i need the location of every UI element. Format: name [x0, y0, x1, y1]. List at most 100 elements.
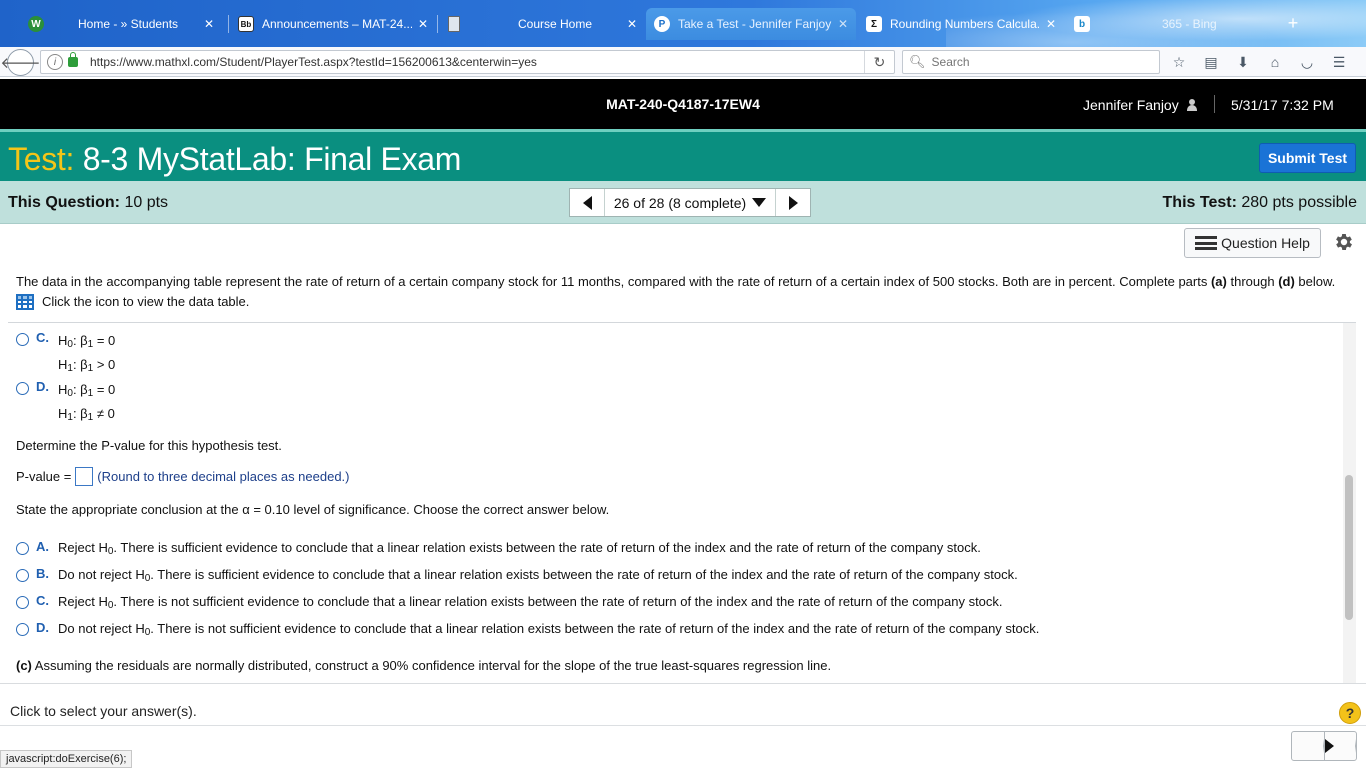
hypothesis-option-d[interactable]: D. H0: β1 = 0 H1: β1 ≠ 0: [16, 379, 115, 427]
hypothesis-text: H0: β1 = 0 H1: β1 ≠ 0: [58, 382, 116, 423]
radio-button[interactable]: [16, 569, 29, 582]
h0-relation: = 0: [96, 382, 116, 397]
data-table-link[interactable]: Click the icon to view the data table.: [16, 292, 1356, 312]
scrollbar-thumb[interactable]: [1345, 475, 1353, 620]
previous-question-button[interactable]: [1292, 732, 1325, 760]
reading-list-icon[interactable]: ▤: [1200, 52, 1222, 72]
tab-label: Home - » Students: [78, 17, 179, 31]
tab-label: Course Home: [518, 17, 593, 31]
conclusion-option-b[interactable]: B. Do not reject H0. There is sufficient…: [16, 566, 1018, 586]
next-question-button[interactable]: [776, 189, 810, 216]
this-test-points: This Test: 280 pts possible: [1163, 194, 1357, 212]
list-icon: [1195, 236, 1218, 250]
question-selector[interactable]: 26 of 28 (8 complete): [604, 189, 776, 216]
table-icon[interactable]: [16, 294, 34, 310]
part-c-prompt: (c) Assuming the residuals are normally …: [16, 658, 831, 673]
tab-bing[interactable]: 365 - Bing: [1140, 8, 1260, 40]
pvalue-hint: (Round to three decimal places as needed…: [97, 469, 350, 484]
home-icon[interactable]: ⌂: [1264, 52, 1286, 72]
user-info[interactable]: Jennifer Fanjoy: [1083, 97, 1197, 113]
option-text-pre: Reject H: [58, 594, 108, 609]
radio-button[interactable]: [16, 382, 29, 395]
user-icon: [1186, 99, 1197, 111]
info-icon[interactable]: i: [47, 54, 63, 70]
h1-relation: > 0: [96, 357, 116, 372]
conclusion-option-d[interactable]: D. Do not reject H0. There is not suffic…: [16, 620, 1039, 640]
question-intro-text: The data in the accompanying table repre…: [16, 272, 1356, 292]
conclusion-option-c[interactable]: C. Reject H0. There is not sufficient ev…: [16, 593, 1003, 613]
triangle-right-icon: [1324, 739, 1356, 753]
option-letter: A.: [36, 539, 49, 554]
menu-icon[interactable]: ☰: [1328, 52, 1350, 72]
question-help-button[interactable]: Question Help: [1184, 228, 1321, 258]
url-text[interactable]: https://www.mathxl.com/Student/PlayerTes…: [90, 55, 864, 69]
browser-nav-bar: 🡐 i https://www.mathxl.com/Student/Playe…: [0, 47, 1366, 77]
tab-home-students[interactable]: W Home - » Students ✕: [20, 8, 222, 40]
part-c-label: (c): [16, 658, 32, 673]
option-text-pre: Do not reject H: [58, 621, 145, 636]
intro-part-d: (d): [1278, 274, 1295, 289]
tab-label: Announcements – MAT-24...: [262, 17, 412, 31]
triangle-down-icon: [752, 198, 767, 207]
date-time: 5/31/17 7:32 PM: [1231, 97, 1334, 113]
conclusion-option-a[interactable]: A. Reject H0. There is sufficient eviden…: [16, 539, 981, 559]
previous-question-button[interactable]: [570, 189, 604, 216]
sigma-icon: Σ: [866, 16, 882, 32]
tab-rounding-calculator[interactable]: Σ Rounding Numbers Calcula... ✕: [858, 8, 1064, 40]
submit-test-button[interactable]: Submit Test: [1259, 143, 1356, 173]
pearson-icon: P: [654, 16, 670, 32]
option-text-pre: Do not reject H: [58, 567, 145, 582]
test-title-bar: Test: 8-3 MyStatLab: Final Exam Submit T…: [0, 129, 1366, 181]
download-icon[interactable]: ⬇: [1232, 52, 1254, 72]
arrow-left-icon: 🡐: [0, 55, 41, 72]
back-button[interactable]: 🡐: [0, 49, 41, 76]
close-icon[interactable]: ✕: [838, 17, 848, 31]
option-text-pre: Reject H: [58, 540, 108, 555]
tab-favicon-icon: W: [28, 16, 44, 32]
close-icon[interactable]: ✕: [418, 17, 428, 31]
pocket-icon[interactable]: ◡: [1296, 52, 1318, 72]
option-text-post: . There is sufficient evidence to conclu…: [150, 567, 1018, 582]
search-icon: 🔍︎: [909, 54, 926, 69]
pvalue-row: P-value = (Round to three decimal places…: [16, 467, 350, 486]
star-icon[interactable]: ☆: [1168, 52, 1190, 72]
tab-take-a-test[interactable]: P Take a Test - Jennifer Fanjoy ✕: [646, 8, 856, 40]
next-question-button[interactable]: [1324, 732, 1356, 760]
part-c-text: Assuming the residuals are normally dist…: [31, 658, 832, 673]
close-icon[interactable]: ✕: [627, 17, 637, 31]
browser-search-input[interactable]: [931, 55, 1132, 69]
radio-button[interactable]: [16, 542, 29, 555]
reload-icon[interactable]: ↻: [864, 51, 894, 73]
radio-button[interactable]: [16, 596, 29, 609]
test-title: Test: 8-3 MyStatLab: Final Exam: [8, 141, 461, 178]
option-letter: C.: [36, 593, 49, 608]
help-icon[interactable]: ?: [1339, 702, 1361, 724]
tab-separator: [437, 15, 438, 33]
pvalue-answer-box[interactable]: [75, 467, 94, 486]
hypothesis-option-c[interactable]: C. H0: β1 = 0 H1: β1 > 0: [16, 330, 115, 378]
lock-icon: [68, 52, 78, 67]
option-text-post: . There is sufficient evidence to conclu…: [113, 540, 981, 555]
header-separator: [1214, 95, 1215, 113]
intro-through: through: [1226, 274, 1279, 289]
option-text: Do not reject H0. There is sufficient ev…: [58, 567, 1018, 584]
blackboard-icon: Bb: [238, 16, 254, 32]
bottom-question-nav: [1291, 731, 1357, 761]
divider: [0, 725, 1366, 726]
option-letter: C.: [36, 330, 49, 345]
test-title-prefix: Test:: [8, 141, 75, 177]
close-icon[interactable]: ✕: [1046, 17, 1056, 31]
question-position: 26 of 28 (8 complete): [613, 194, 747, 211]
address-bar[interactable]: i https://www.mathxl.com/Student/PlayerT…: [40, 50, 895, 74]
radio-button[interactable]: [16, 623, 29, 636]
tab-bing-small[interactable]: b: [1066, 8, 1106, 40]
close-icon[interactable]: ✕: [204, 17, 214, 31]
tab-course-home[interactable]: Course Home ✕: [440, 8, 645, 40]
option-letter: B.: [36, 566, 49, 581]
radio-button[interactable]: [16, 333, 29, 346]
browser-search-box[interactable]: 🔍︎: [902, 50, 1160, 74]
new-tab-icon[interactable]: +: [1284, 14, 1302, 32]
document-icon: [448, 16, 460, 32]
tab-announcements[interactable]: Bb Announcements – MAT-24... ✕: [230, 8, 436, 40]
gear-icon[interactable]: [1333, 231, 1355, 253]
